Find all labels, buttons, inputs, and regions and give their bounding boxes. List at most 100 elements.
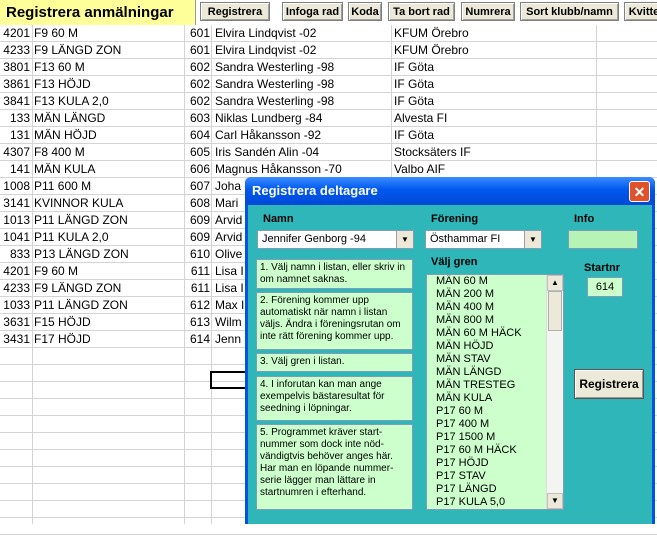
cell-event[interactable]: P11 LÄNGD ZON	[34, 297, 184, 314]
cell-num[interactable]: 833	[0, 246, 30, 263]
list-item[interactable]: MÄN LÄNGD	[427, 366, 563, 379]
list-item[interactable]: MÄN 60 M HÄCK	[427, 327, 563, 340]
table-row[interactable]: 4233 F9 LÄNGD ZON 601 Elvira Lindqvist -02 K…	[0, 42, 657, 59]
cell-num[interactable]: 1008	[0, 178, 30, 195]
cell-num[interactable]: 3631	[0, 314, 30, 331]
cell-club[interactable]: Valbo AIF	[394, 161, 594, 178]
listbox-scrollbar[interactable]: ▲ ▼	[546, 275, 563, 509]
cell-num[interactable]: 1013	[0, 212, 30, 229]
cell-start[interactable]: 612	[186, 297, 210, 314]
cell-name[interactable]: Carl Håkansson -92	[215, 127, 390, 144]
scrollbar-thumb[interactable]	[548, 291, 562, 331]
cell-num[interactable]: 1033	[0, 297, 30, 314]
table-row[interactable]: 4201 F9 60 M 601 Elvira Lindqvist -02 KFUM Ö…	[0, 25, 657, 42]
list-item[interactable]: MÄN 60 M	[427, 275, 563, 288]
table-row[interactable]: 3801 F13 60 M 602 Sandra Westerling -98 IF G…	[0, 59, 657, 76]
cell-event[interactable]: MÄN LÄNGD	[34, 110, 184, 127]
list-item[interactable]: P17 1500 M	[427, 431, 563, 444]
cell-event[interactable]: MÄN HÖJD	[34, 127, 184, 144]
list-item[interactable]: P17 STAV	[427, 470, 563, 483]
cell-start[interactable]: 607	[186, 178, 210, 195]
namn-combobox[interactable]: Jennifer Genborg -94 ▼	[257, 230, 414, 249]
cell-event[interactable]: MÄN KULA	[34, 161, 184, 178]
sort-klubb-namn-button[interactable]: Sort klubb/namn	[520, 2, 619, 21]
cell-event[interactable]: F13 60 M	[34, 59, 184, 76]
table-row[interactable]: 4307 F8 400 M 605 Iris Sandén Alin -04 Stock…	[0, 144, 657, 161]
scroll-down-icon[interactable]: ▼	[547, 493, 563, 509]
list-item[interactable]: MÄN KULA	[427, 392, 563, 405]
close-icon[interactable]: ✕	[629, 181, 650, 202]
cell-name[interactable]: Sandra Westerling -98	[215, 59, 390, 76]
kvitto-button[interactable]: Kvitte	[624, 2, 657, 21]
table-row[interactable]: 3861 F13 HÖJD 602 Sandra Westerling -98 IF G…	[0, 76, 657, 93]
cell-club[interactable]: KFUM Örebro	[394, 42, 594, 59]
chevron-down-icon[interactable]: ▼	[396, 231, 413, 248]
table-row[interactable]: 131 MÄN HÖJD 604 Carl Håkansson -92 IF Göta	[0, 127, 657, 144]
cell-club[interactable]: KFUM Örebro	[394, 25, 594, 42]
cell-start[interactable]: 606	[186, 161, 210, 178]
cell-event[interactable]: F17 HÖJD	[34, 331, 184, 348]
cell-start[interactable]: 601	[186, 42, 210, 59]
cell-event[interactable]: F9 LÄNGD ZON	[34, 280, 184, 297]
registrera-toolbar-button[interactable]: Registrera	[200, 2, 270, 21]
forening-combobox[interactable]: Östhammar FI ▼	[425, 230, 542, 249]
cell-event[interactable]: KVINNOR KULA	[34, 195, 184, 212]
cell-num[interactable]: 4233	[0, 42, 30, 59]
cell-club[interactable]: IF Göta	[394, 59, 594, 76]
dialog-titlebar[interactable]: Registrera deltagare ✕	[245, 177, 655, 205]
list-item[interactable]: P17 60 M HÄCK	[427, 444, 563, 457]
cell-num[interactable]: 4307	[0, 144, 30, 161]
cell-start[interactable]: 604	[186, 127, 210, 144]
cell-num[interactable]: 4201	[0, 263, 30, 280]
cell-name[interactable]: Elvira Lindqvist -02	[215, 25, 390, 42]
cell-num[interactable]: 131	[0, 127, 30, 144]
list-item[interactable]: MÄN 400 M	[427, 301, 563, 314]
registrera-button[interactable]: Registrera	[574, 369, 644, 399]
list-item[interactable]: MÄN TRESTEG	[427, 379, 563, 392]
cell-num[interactable]: 3431	[0, 331, 30, 348]
info-field[interactable]	[568, 230, 638, 249]
cell-start[interactable]: 613	[186, 314, 210, 331]
startnr-field[interactable]: 614	[587, 277, 623, 297]
cell-club[interactable]: IF Göta	[394, 127, 594, 144]
table-row[interactable]: 3841 F13 KULA 2,0 602 Sandra Westerling -98…	[0, 93, 657, 110]
cell-name[interactable]: Sandra Westerling -98	[215, 93, 390, 110]
cell-num[interactable]: 3861	[0, 76, 30, 93]
cell-start[interactable]: 602	[186, 76, 210, 93]
list-item[interactable]: P17 HÖJD	[427, 457, 563, 470]
cell-start[interactable]: 609	[186, 229, 210, 246]
cell-name[interactable]: Sandra Westerling -98	[215, 76, 390, 93]
cell-event[interactable]: F9 60 M	[34, 25, 184, 42]
cell-start[interactable]: 610	[186, 246, 210, 263]
cell-num[interactable]: 3801	[0, 59, 30, 76]
cell-club[interactable]: IF Göta	[394, 76, 594, 93]
cell-name[interactable]: Elvira Lindqvist -02	[215, 42, 390, 59]
cell-event[interactable]: F13 KULA 2,0	[34, 93, 184, 110]
cell-event[interactable]: P11 600 M	[34, 178, 184, 195]
list-item[interactable]: P17 400 M	[427, 418, 563, 431]
cell-start[interactable]: 608	[186, 195, 210, 212]
cell-name[interactable]: Magnus Håkansson -70	[215, 161, 390, 178]
cell-club[interactable]: Stocksäters IF	[394, 144, 594, 161]
list-item[interactable]: P17 60 M	[427, 405, 563, 418]
cell-start[interactable]: 602	[186, 59, 210, 76]
gren-listbox[interactable]: MÄN 60 M MÄN 200 M MÄN 400 M MÄN 800 M MÄN 6…	[426, 274, 564, 510]
cell-num[interactable]: 4233	[0, 280, 30, 297]
list-item[interactable]: MÄN 800 M	[427, 314, 563, 327]
chevron-down-icon[interactable]: ▼	[524, 231, 541, 248]
list-item[interactable]: MÄN 200 M	[427, 288, 563, 301]
cell-event[interactable]: F9 LÄNGD ZON	[34, 42, 184, 59]
table-row[interactable]: 133 MÄN LÄNGD 603 Niklas Lundberg -84 Alvest…	[0, 110, 657, 127]
cell-start[interactable]: 601	[186, 25, 210, 42]
cell-event[interactable]: F15 HÖJD	[34, 314, 184, 331]
cell-num[interactable]: 4201	[0, 25, 30, 42]
cell-num[interactable]: 3841	[0, 93, 30, 110]
cell-start[interactable]: 602	[186, 93, 210, 110]
cell-start[interactable]: 614	[186, 331, 210, 348]
ta-bort-rad-button[interactable]: Ta bort rad	[388, 2, 455, 21]
cell-event[interactable]: F9 60 M	[34, 263, 184, 280]
cell-event[interactable]: P11 LÄNGD ZON	[34, 212, 184, 229]
koda-button[interactable]: Koda	[348, 2, 382, 21]
cell-num[interactable]: 133	[0, 110, 30, 127]
infoga-rad-button[interactable]: Infoga rad	[282, 2, 343, 21]
